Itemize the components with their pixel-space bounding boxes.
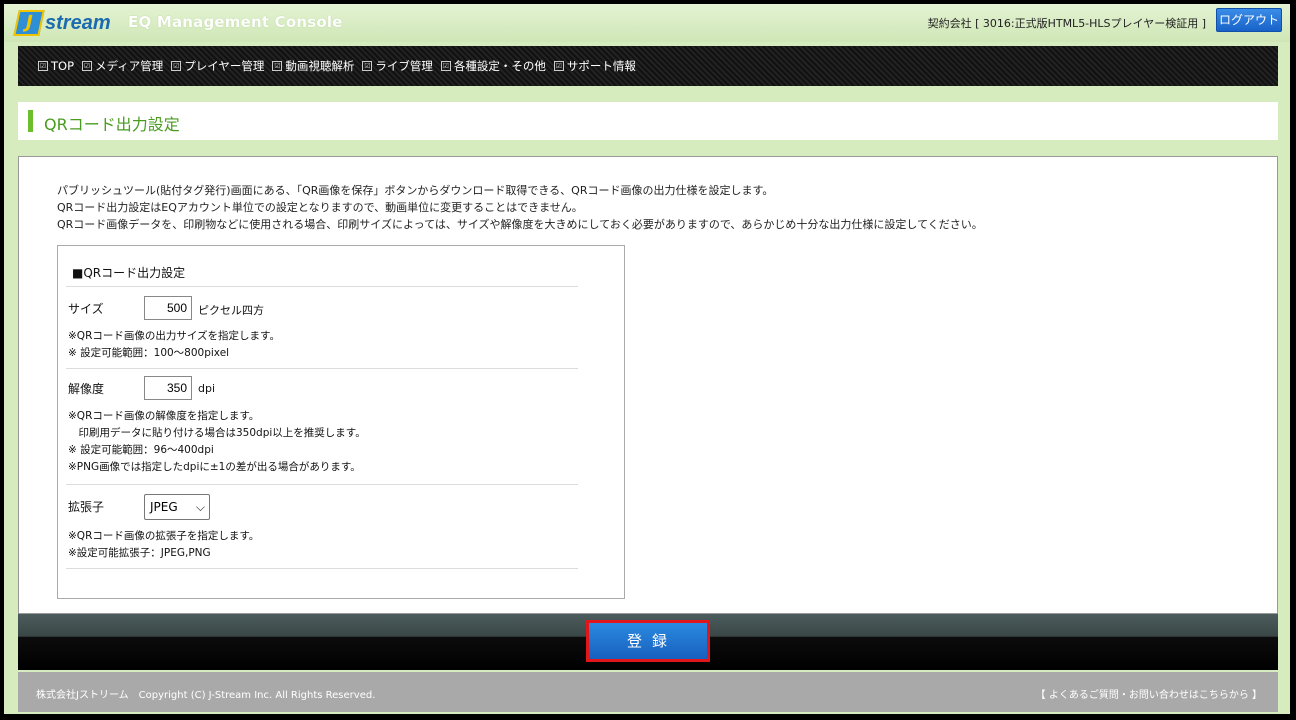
- size-input[interactable]: [144, 296, 192, 320]
- nav-item-media[interactable]: ☑ メディア管理: [82, 58, 163, 74]
- extension-note: ※設定可能拡張子：JPEG,PNG: [68, 547, 211, 559]
- nav-item-label: 動画視聴解析: [285, 59, 355, 73]
- nav-item-live[interactable]: ☑ ライブ管理: [362, 58, 433, 74]
- description: パブリッシュツール(貼付タグ発行)画面にある、「QR画像を保存」ボタンからダウン…: [57, 182, 983, 233]
- checkbox-icon: ☑: [272, 61, 283, 71]
- resolution-unit: dpi: [198, 382, 216, 395]
- extension-note: ※QRコード画像の拡張子を指定します。: [68, 530, 260, 542]
- divider: [66, 368, 578, 369]
- app-window: J stream EQ Management Console 契約会社 [ 30…: [4, 4, 1290, 714]
- action-bar: 登録: [18, 614, 1278, 670]
- chevron-down-icon: ⌵: [195, 500, 205, 514]
- description-line: QRコード画像データを、印刷物などに使用される場合、印刷サイズによっては、サイズ…: [57, 218, 983, 231]
- title-accent-bar: [28, 110, 33, 132]
- extension-selected-value: JPEG: [150, 500, 178, 514]
- divider: [66, 286, 578, 287]
- divider: [66, 484, 578, 485]
- nav-item-top[interactable]: ☑ TOP: [38, 59, 74, 73]
- size-unit: ピクセル四方: [198, 304, 264, 317]
- nav-item-support[interactable]: ☑ サポート情報: [553, 58, 636, 74]
- extension-label: 拡張子: [68, 500, 105, 514]
- checkbox-icon: ☑: [171, 61, 182, 71]
- description-line: QRコード出力設定はEQアカウント単位での設定となりますので、動画単位に変更する…: [57, 201, 583, 214]
- footer: 株式会社Jストリーム Copyright (C) J-Stream Inc. A…: [18, 672, 1278, 712]
- faq-link[interactable]: 【 よくあるご質問・お問い合わせはこちらから 】: [1036, 686, 1262, 701]
- resolution-notes: ※QRコード画像の解像度を指定します。 印刷用データに貼り付ける場合は350dp…: [68, 408, 366, 476]
- checkbox-icon: ☑: [553, 61, 564, 71]
- main-panel: パブリッシュツール(貼付タグ発行)画面にある、「QR画像を保存」ボタンからダウン…: [18, 156, 1278, 614]
- resolution-input[interactable]: [144, 376, 192, 400]
- nav-item-label: 各種設定・その他: [453, 59, 546, 73]
- nav-item-label: ライブ管理: [375, 59, 433, 73]
- section-title: ■QRコード出力設定: [72, 266, 186, 280]
- logo-mark-icon: J: [13, 10, 45, 36]
- jstream-logo[interactable]: J stream: [13, 10, 111, 36]
- nav-item-label: サポート情報: [566, 59, 636, 73]
- checkbox-icon: ☑: [38, 61, 48, 71]
- checkbox-icon: ☑: [362, 61, 373, 71]
- nav-item-player[interactable]: ☑ プレイヤー管理: [171, 58, 264, 74]
- resolution-note: ※PNG画像では指定したdpiに±1の差が出る場合があります。: [68, 461, 361, 473]
- resolution-label: 解像度: [68, 382, 105, 396]
- divider: [66, 568, 578, 569]
- resolution-note: 印刷用データに貼り付ける場合は350dpi以上を推奨します。: [68, 427, 366, 439]
- nav-item-settings[interactable]: ☑ 各種設定・その他: [440, 58, 546, 74]
- nav-item-label: TOP: [51, 59, 75, 73]
- console-title: EQ Management Console: [128, 13, 343, 31]
- page-title: QRコード出力設定: [44, 115, 180, 134]
- extension-notes: ※QRコード画像の拡張子を指定します。 ※設定可能拡張子：JPEG,PNG: [68, 528, 259, 562]
- resolution-note: ※ 設定可能範囲：96～400dpi: [68, 444, 214, 456]
- size-note: ※QRコード画像の出力サイズを指定します。: [68, 330, 280, 342]
- nav-item-analytics[interactable]: ☑ 動画視聴解析: [272, 58, 354, 74]
- logo-text: stream: [45, 11, 111, 34]
- resolution-note: ※QRコード画像の解像度を指定します。: [68, 410, 260, 422]
- qr-settings-box: ■QRコード出力設定 サイズ ピクセル四方 ※QRコード画像の出力サイズを指定し…: [57, 245, 625, 599]
- main-nav: ☑ TOP ☑ メディア管理 ☑ プレイヤー管理 ☑ 動画視聴解析 ☑ ライブ管…: [18, 46, 1278, 86]
- register-button[interactable]: 登録: [586, 620, 710, 662]
- copyright: 株式会社Jストリーム Copyright (C) J-Stream Inc. A…: [36, 690, 376, 701]
- nav-item-label: メディア管理: [95, 59, 164, 73]
- checkbox-icon: ☑: [440, 61, 451, 71]
- size-notes: ※QRコード画像の出力サイズを指定します。 ※ 設定可能範囲：100～800pi…: [68, 328, 280, 362]
- extension-select[interactable]: JPEG ⌵: [144, 494, 210, 520]
- description-line: パブリッシュツール(貼付タグ発行)画面にある、「QR画像を保存」ボタンからダウン…: [57, 184, 774, 197]
- checkbox-icon: ☑: [82, 61, 93, 71]
- size-label: サイズ: [68, 302, 104, 316]
- size-note: ※ 設定可能範囲：100～800pixel: [68, 347, 230, 359]
- header: J stream EQ Management Console 契約会社 [ 30…: [4, 4, 1290, 42]
- page-title-bar: QRコード出力設定: [18, 102, 1278, 140]
- nav-item-label: プレイヤー管理: [184, 59, 265, 73]
- contract-label: 契約会社 [ 3016:正式版HTML5-HLSプレイヤー検証用 ]: [927, 17, 1206, 30]
- logout-button[interactable]: ログアウト: [1216, 8, 1282, 32]
